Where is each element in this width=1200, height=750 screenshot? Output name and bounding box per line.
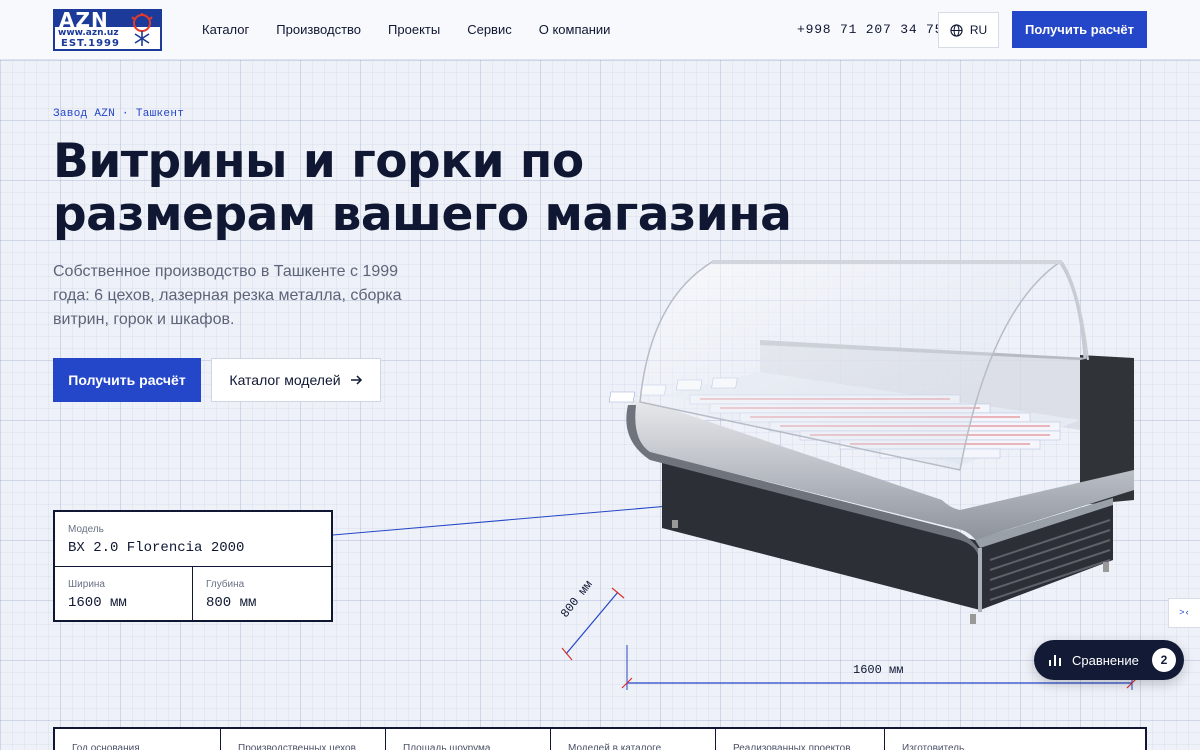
width-dimension-label: 1600 мм [853,663,904,677]
logo[interactable]: AZN www.azn.uz EST.1999 [53,9,162,51]
nav-item-catalog[interactable]: Каталог [202,22,249,37]
side-widget-tab[interactable]: >‹ [1168,598,1200,628]
main-nav: Каталог Производство Проекты Сервис О ко… [202,22,637,37]
bar-chart-icon [1049,655,1061,666]
spec-depth-cell: Глубина 800 мм [193,567,331,620]
snowflake-icon [131,13,153,46]
spec-width-value: 1600 мм [68,595,127,611]
spec-depth-value: 800 мм [206,595,257,611]
compare-label: Сравнение [1072,652,1139,668]
spec-card: Модель BX 2.0 Florencia 2000 Ширина 1600… [53,510,333,622]
stat-projects: Реализованных проектов [716,729,885,750]
get-quote-button[interactable]: Получить расчёт [1012,11,1147,48]
spec-depth-label: Глубина [206,579,245,590]
stat-showroom: Площадь шоурума [386,729,551,750]
spec-model-label: Модель [68,524,104,535]
spec-model-row: Модель BX 2.0 Florencia 2000 [55,512,331,567]
language-label: RU [969,23,988,37]
catalog-models-label: Каталог моделей [229,372,341,388]
header: AZN www.azn.uz EST.1999 Каталог Производ… [0,0,1200,60]
stat-founded: Год основания [55,729,221,750]
stat-manufacturer: Изготовитель [902,743,965,750]
spec-width-cell: Ширина 1600 мм [55,567,193,620]
compare-button[interactable]: Сравнение 2 [1034,640,1184,680]
hero-get-quote-button[interactable]: Получить расчёт [53,358,201,402]
spec-model-value: BX 2.0 Florencia 2000 [68,540,245,556]
nav-item-about[interactable]: О компании [539,22,611,37]
title-line-2: размерам вашего магазина [53,187,792,242]
showcase-illustration [332,260,1138,690]
globe-icon [950,23,963,37]
stat-models: Моделей в каталоге [551,729,716,750]
spec-width-label: Ширина [68,579,105,590]
stats-strip: Год основания Производственных цехов Пло… [53,727,1147,750]
language-switcher[interactable]: RU [938,12,999,48]
phone-link[interactable]: +998 71 207 34 75 [797,22,943,37]
nav-item-projects[interactable]: Проекты [388,22,440,37]
nav-item-production[interactable]: Производство [276,22,361,37]
breadcrumb: Завод AZN · Ташкент [53,108,185,120]
stat-workshops: Производственных цехов [221,729,386,750]
page-title: Витрины и горки по размерам вашего магаз… [53,135,813,241]
nav-item-service[interactable]: Сервис [467,22,512,37]
logo-url: www.azn.uz [58,28,119,38]
logo-est: EST.1999 [61,38,120,49]
compare-count-badge: 2 [1152,648,1176,672]
title-line-1: Витрины и горки по [53,134,584,189]
